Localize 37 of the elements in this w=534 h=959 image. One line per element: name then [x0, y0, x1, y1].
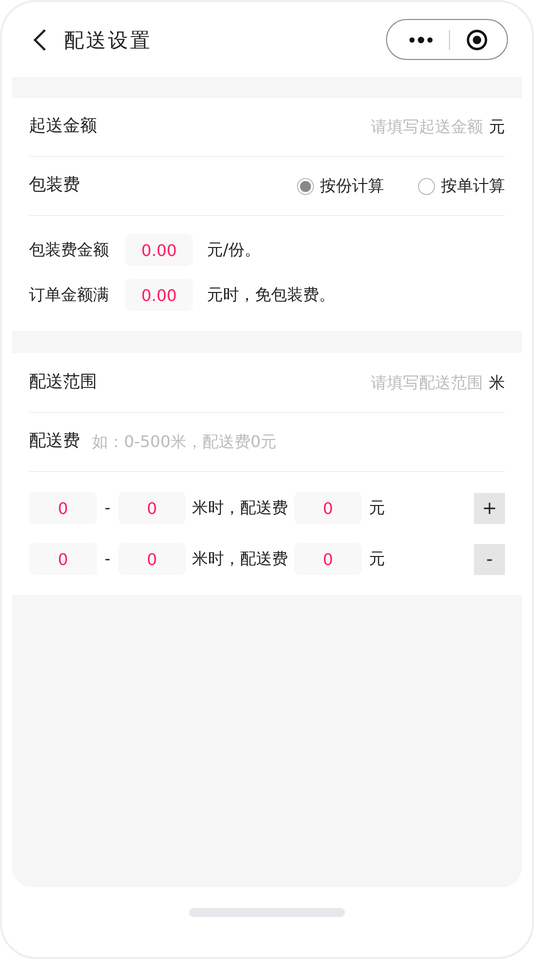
unit-label: 元 — [489, 116, 505, 138]
distance-field[interactable]: 0 — [118, 543, 186, 575]
tier-label: 米时，配送费 — [192, 548, 288, 570]
amount-field[interactable]: 0.00 — [125, 234, 193, 266]
radio-option[interactable]: 按单计算 — [418, 174, 505, 198]
radio-icon[interactable] — [418, 178, 435, 194]
dash-label: - — [104, 497, 112, 519]
back-icon[interactable] — [32, 28, 48, 52]
more-icon[interactable] — [409, 36, 433, 44]
dash-label: - — [104, 548, 112, 570]
tier-button[interactable]: + — [474, 492, 505, 524]
fee-field[interactable]: 0 — [294, 543, 362, 575]
unit-label: 元/份。 — [207, 239, 260, 261]
field-label: 包装费金额 — [29, 239, 110, 261]
radio-option[interactable]: 按份计算 — [297, 174, 384, 198]
field-label: 配送费 — [29, 430, 80, 454]
unit-label: 元时，免包装费。 — [207, 284, 335, 306]
close-target-icon[interactable] — [466, 28, 488, 50]
field-label: 订单金额满 — [29, 284, 110, 306]
distance-field[interactable]: 0 — [118, 492, 186, 524]
distance-field[interactable]: 0 — [29, 492, 97, 524]
page-title: 配送设置 — [64, 26, 152, 54]
input-field[interactable]: 如：0-500米，配送费0元 — [92, 430, 505, 454]
radio-icon[interactable] — [297, 178, 314, 194]
unit-label: 元 — [369, 548, 385, 570]
fee-field[interactable]: 0 — [294, 492, 362, 524]
field-label: 配送范围 — [29, 370, 97, 394]
unit-label: 米 — [489, 372, 505, 394]
distance-field[interactable]: 0 — [29, 543, 97, 575]
amount-field[interactable]: 0.00 — [125, 279, 193, 311]
tier-label: 米时，配送费 — [192, 497, 288, 519]
tier-button[interactable]: - — [474, 544, 505, 574]
field-label: 包装费 — [29, 174, 80, 198]
input-field[interactable]: 请填写配送范围 — [333, 370, 483, 394]
field-label: 起送金额 — [29, 115, 97, 138]
input-field[interactable]: 请填写起送金额 — [333, 115, 483, 139]
unit-label: 元 — [369, 497, 385, 519]
